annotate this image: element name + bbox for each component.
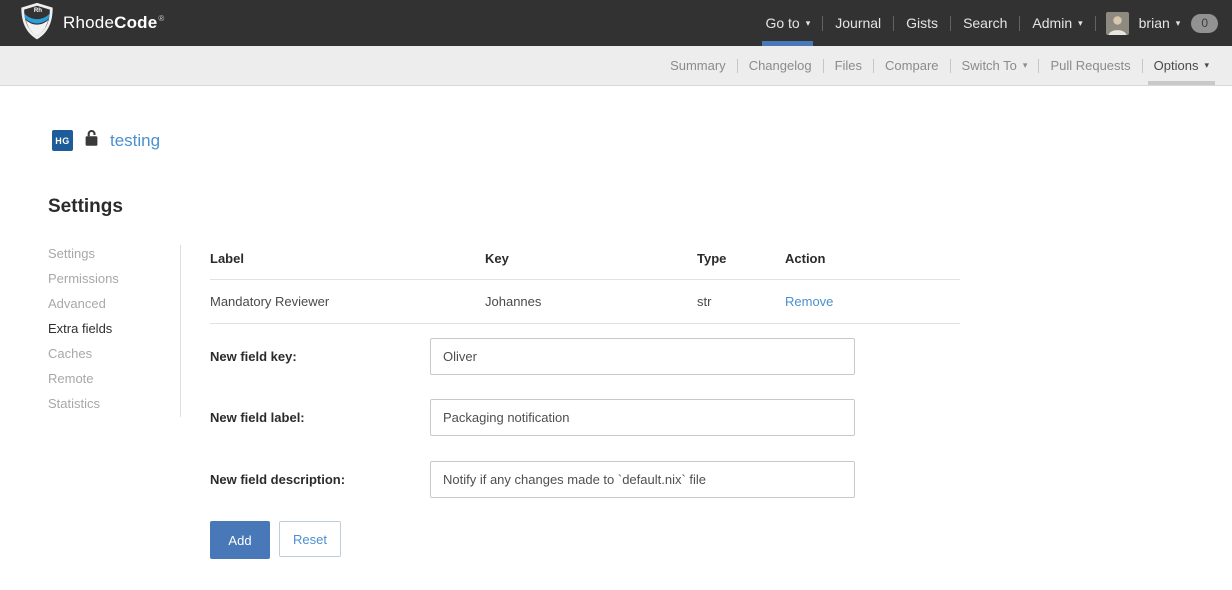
settings-sidebar: Settings Permissions Advanced Extra fiel… [48, 241, 119, 416]
repo-name-link[interactable]: testing [110, 131, 160, 151]
sidebar-item-caches[interactable]: Caches [48, 341, 119, 366]
subnav-item-compare[interactable]: Compare [874, 46, 949, 85]
new-field-key-label: New field key: [210, 338, 430, 375]
nav-item-admin[interactable]: Admin ▾ [1020, 0, 1094, 46]
sidebar-divider [180, 245, 181, 417]
caret-down-icon: ▾ [1023, 61, 1028, 70]
brand-name: RhodeCode® [63, 13, 165, 33]
subnav-item-pull-requests[interactable]: Pull Requests [1039, 46, 1141, 85]
new-field-description-label: New field description: [210, 461, 430, 498]
nav-item-gists[interactable]: Gists [894, 0, 950, 46]
unlock-icon [84, 129, 99, 152]
subnav-item-summary[interactable]: Summary [659, 46, 737, 85]
nav-item-journal[interactable]: Journal [823, 0, 893, 46]
subnav-item-switch-to[interactable]: Switch To ▾ [951, 46, 1039, 85]
sidebar-item-remote[interactable]: Remote [48, 366, 119, 391]
new-field-label-input[interactable] [430, 399, 855, 436]
column-header-action: Action [785, 245, 960, 280]
caret-down-icon: ▾ [1078, 19, 1083, 28]
rhodecode-settings-page: Rh RhodeCode® Go to ▾ Journal Gists Sear… [0, 0, 1232, 590]
field-type-cell: str [697, 280, 785, 324]
svg-text:Rh: Rh [34, 6, 42, 13]
user-avatar[interactable] [1106, 12, 1129, 35]
top-navbar: Rh RhodeCode® Go to ▾ Journal Gists Sear… [0, 0, 1232, 46]
add-button[interactable]: Add [210, 521, 270, 559]
subnav-item-options[interactable]: Options ▾ [1143, 46, 1220, 85]
notification-count-badge[interactable]: 0 [1191, 14, 1218, 33]
repo-subnav: Summary Changelog Files Compare Switch T… [0, 46, 1232, 86]
new-field-key-row: New field key: [210, 338, 960, 375]
vcs-type-badge: HG [52, 130, 73, 151]
sidebar-item-extra-fields[interactable]: Extra fields [48, 316, 119, 341]
new-field-description-input[interactable] [430, 461, 855, 498]
caret-down-icon: ▾ [1204, 61, 1209, 70]
new-field-label-row: New field label: [210, 399, 960, 436]
sidebar-item-statistics[interactable]: Statistics [48, 391, 119, 416]
repo-title: HG testing [52, 129, 160, 152]
rhodecode-logo[interactable]: Rh RhodeCode® [20, 0, 165, 46]
column-header-label: Label [210, 245, 485, 280]
nav-separator [1095, 16, 1096, 31]
column-header-type: Type [697, 245, 785, 280]
user-menu[interactable]: brian ▾ [1137, 0, 1183, 46]
caret-down-icon: ▾ [1176, 19, 1181, 28]
extra-fields-table: Label Key Type Action Mandatory Reviewer… [210, 245, 960, 324]
nav-item-search[interactable]: Search [951, 0, 1019, 46]
remove-field-link[interactable]: Remove [785, 294, 833, 309]
field-key-cell: Johannes [485, 280, 697, 324]
new-field-label-label: New field label: [210, 399, 430, 436]
sidebar-item-permissions[interactable]: Permissions [48, 266, 119, 291]
field-label-cell: Mandatory Reviewer [210, 280, 485, 324]
caret-down-icon: ▾ [806, 19, 811, 28]
table-row: Mandatory Reviewer Johannes str Remove [210, 280, 960, 324]
extra-fields-panel: Label Key Type Action Mandatory Reviewer… [210, 245, 960, 575]
new-field-key-input[interactable] [430, 338, 855, 375]
page-title: Settings [48, 196, 123, 218]
reset-button[interactable]: Reset [279, 521, 341, 557]
nav-item-goto[interactable]: Go to ▾ [753, 0, 822, 46]
column-header-key: Key [485, 245, 697, 280]
sidebar-item-advanced[interactable]: Advanced [48, 291, 119, 316]
shield-logo-icon: Rh [20, 2, 54, 45]
sidebar-item-settings[interactable]: Settings [48, 241, 119, 266]
registered-mark: ® [158, 14, 164, 23]
new-field-description-row: New field description: [210, 461, 960, 498]
subnav-item-files[interactable]: Files [824, 46, 873, 85]
subnav-item-changelog[interactable]: Changelog [738, 46, 823, 85]
form-buttons: Add Reset [210, 521, 341, 559]
navbar-menu: Go to ▾ Journal Gists Search Admin ▾ bri… [753, 0, 1218, 46]
